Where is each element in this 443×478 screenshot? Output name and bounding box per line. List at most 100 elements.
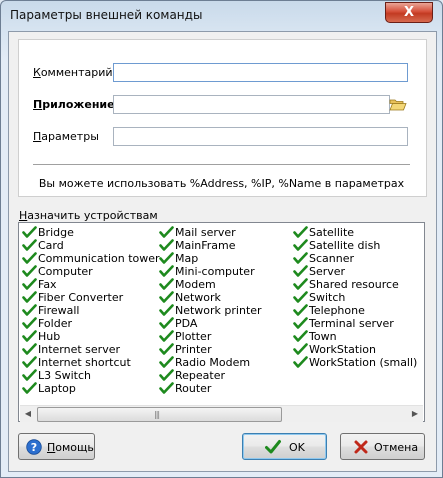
checkmark-icon[interactable] — [159, 252, 174, 265]
checkmark-icon[interactable] — [293, 291, 308, 304]
device-item-label: Plotter — [175, 330, 212, 343]
device-item[interactable]: Map — [159, 252, 262, 265]
device-item[interactable]: Laptop — [22, 382, 160, 395]
device-item[interactable]: Computer — [22, 265, 160, 278]
checkmark-icon[interactable] — [22, 317, 37, 330]
checkmark-icon[interactable] — [22, 343, 37, 356]
device-item[interactable]: Fax — [22, 278, 160, 291]
checkmark-icon[interactable] — [159, 330, 174, 343]
device-item[interactable]: WorkStation (small) — [293, 356, 417, 369]
application-input[interactable] — [113, 95, 390, 114]
window-title: Параметры внешней команды — [10, 8, 203, 22]
checkmark-icon[interactable] — [293, 304, 308, 317]
device-item-label: Map — [175, 252, 199, 265]
device-item[interactable]: Town — [293, 330, 417, 343]
device-item[interactable]: Internet server — [22, 343, 160, 356]
comment-label: Комментарий — [33, 66, 113, 79]
checkmark-icon[interactable] — [293, 265, 308, 278]
device-item-label: WorkStation — [309, 343, 376, 356]
device-item[interactable]: Mail server — [159, 226, 262, 239]
device-checklist[interactable]: Bridge Card Communication tower Computer Fax… — [18, 222, 425, 422]
ok-button[interactable]: OK — [242, 433, 327, 460]
device-item[interactable]: Network — [159, 291, 262, 304]
checkmark-icon[interactable] — [22, 278, 37, 291]
checkmark-icon[interactable] — [293, 252, 308, 265]
checkmark-icon[interactable] — [159, 226, 174, 239]
checkmark-icon[interactable] — [293, 278, 308, 291]
checkmark-icon[interactable] — [22, 330, 37, 343]
checkmark-icon[interactable] — [293, 343, 308, 356]
checkmark-icon[interactable] — [159, 239, 174, 252]
device-item-label: Router — [175, 382, 212, 395]
device-item[interactable]: Switch — [293, 291, 417, 304]
device-item[interactable]: Modem — [159, 278, 262, 291]
checkmark-icon[interactable] — [159, 317, 174, 330]
device-item[interactable]: WorkStation — [293, 343, 417, 356]
checkmark-icon[interactable] — [22, 369, 37, 382]
checkmark-icon[interactable] — [159, 291, 174, 304]
parameters-input[interactable] — [113, 127, 408, 146]
device-item[interactable]: Router — [159, 382, 262, 395]
check-icon — [265, 439, 281, 455]
checkmark-icon[interactable] — [293, 239, 308, 252]
device-item[interactable]: Printer — [159, 343, 262, 356]
device-item[interactable]: Terminal server — [293, 317, 417, 330]
device-item[interactable]: Network printer — [159, 304, 262, 317]
device-item[interactable]: Shared resource — [293, 278, 417, 291]
device-item[interactable]: Plotter — [159, 330, 262, 343]
checkmark-icon[interactable] — [22, 356, 37, 369]
checkmark-icon[interactable] — [159, 382, 174, 395]
checkmark-icon[interactable] — [293, 356, 308, 369]
scroll-thumb[interactable]: ||| — [37, 407, 282, 422]
checkmark-icon[interactable] — [22, 239, 37, 252]
device-item-label: L3 Switch — [38, 369, 91, 382]
checkmark-icon[interactable] — [159, 356, 174, 369]
device-item[interactable]: Radio Modem — [159, 356, 262, 369]
device-item[interactable]: Bridge — [22, 226, 160, 239]
checkmark-icon[interactable] — [159, 278, 174, 291]
device-item[interactable]: Hub — [22, 330, 160, 343]
checkmark-icon[interactable] — [293, 330, 308, 343]
cancel-button[interactable]: Отмена — [340, 433, 425, 460]
horizontal-scrollbar[interactable]: ◀ ||| ▶ — [20, 405, 423, 422]
device-item[interactable]: Telephone — [293, 304, 417, 317]
checkmark-icon[interactable] — [293, 317, 308, 330]
device-item[interactable]: Firewall — [22, 304, 160, 317]
device-item[interactable]: Card — [22, 239, 160, 252]
device-item[interactable]: Scanner — [293, 252, 417, 265]
device-item[interactable]: Communication tower — [22, 252, 160, 265]
device-item[interactable]: L3 Switch — [22, 369, 160, 382]
checkmark-icon[interactable] — [22, 265, 37, 278]
checkmark-icon[interactable] — [22, 382, 37, 395]
help-button[interactable]: ? Помощь — [18, 433, 95, 460]
device-item-label: Telephone — [309, 304, 365, 317]
checkmark-icon[interactable] — [22, 304, 37, 317]
device-column-1: Bridge Card Communication tower Computer Fax… — [22, 226, 160, 395]
device-item[interactable]: Mini-computer — [159, 265, 262, 278]
folder-open-icon[interactable] — [389, 96, 407, 112]
device-item[interactable]: Satellite dish — [293, 239, 417, 252]
title-bar[interactable]: Параметры внешней команды X — [1, 1, 442, 31]
checkmark-icon[interactable] — [22, 252, 37, 265]
close-button[interactable]: X — [385, 2, 433, 23]
scroll-left-icon[interactable]: ◀ — [20, 406, 36, 422]
checkmark-icon[interactable] — [293, 226, 308, 239]
comment-input[interactable] — [113, 63, 408, 82]
device-item-label: Internet server — [38, 343, 120, 356]
device-item[interactable]: Folder — [22, 317, 160, 330]
checkmark-icon[interactable] — [22, 226, 37, 239]
device-item[interactable]: Fiber Converter — [22, 291, 160, 304]
checkmark-icon[interactable] — [22, 291, 37, 304]
checkmark-icon[interactable] — [159, 265, 174, 278]
checkmark-icon[interactable] — [159, 343, 174, 356]
checkmark-icon[interactable] — [159, 304, 174, 317]
device-item[interactable]: MainFrame — [159, 239, 262, 252]
device-item[interactable]: Internet shortcut — [22, 356, 160, 369]
checkmark-icon[interactable] — [159, 369, 174, 382]
device-item[interactable]: Satellite — [293, 226, 417, 239]
device-item[interactable]: Server — [293, 265, 417, 278]
device-item[interactable]: Repeater — [159, 369, 262, 382]
scroll-right-icon[interactable]: ▶ — [407, 406, 423, 422]
help-button-label: Помощь — [47, 441, 94, 454]
device-item[interactable]: PDA — [159, 317, 262, 330]
